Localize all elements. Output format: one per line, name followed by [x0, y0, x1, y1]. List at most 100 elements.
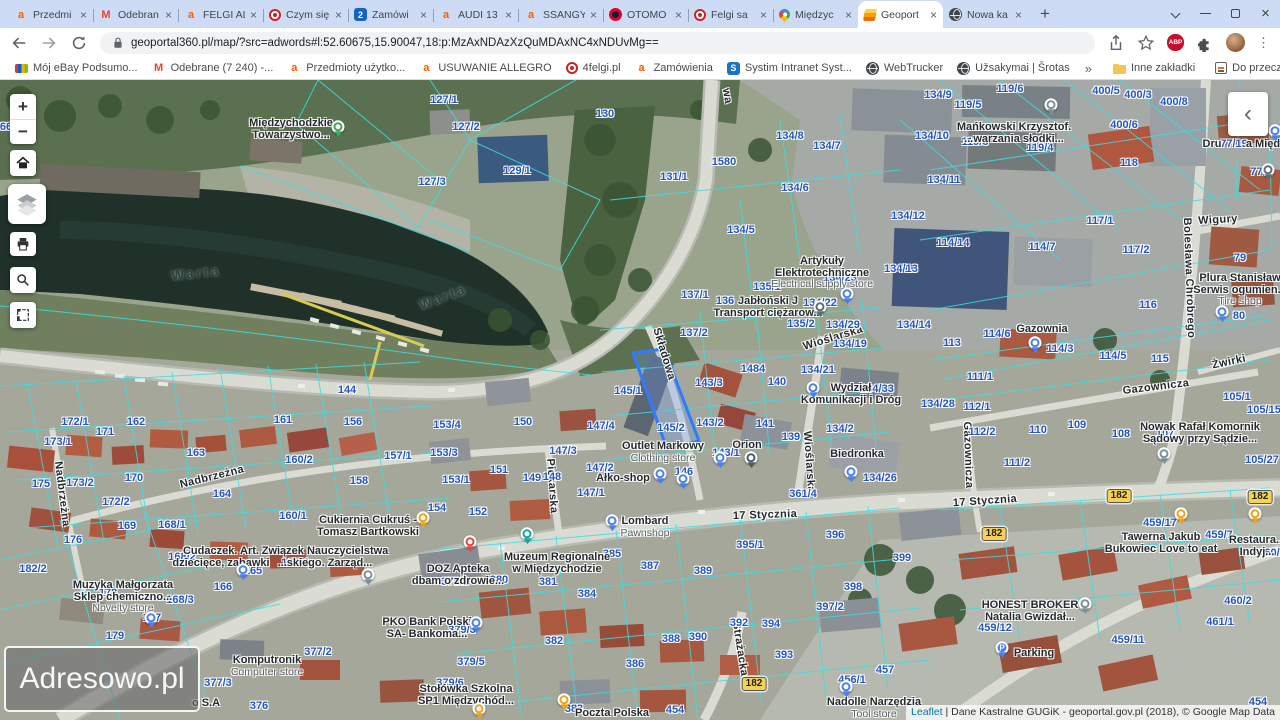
tab-close-icon[interactable]: × [1015, 9, 1022, 21]
tab-close-icon[interactable]: × [250, 9, 257, 21]
tab-close-icon[interactable]: × [165, 9, 172, 21]
browser-tab[interactable]: M Odebran × [93, 1, 178, 28]
browser-tab[interactable]: a FELGI AL × [178, 1, 263, 28]
road-shield: 182 [981, 527, 1007, 541]
browser-tab[interactable]: Felgi sa × [688, 1, 773, 28]
poi-text: Dru [1202, 138, 1222, 150]
browser-menu-icon[interactable]: ⋮ [1257, 35, 1270, 51]
search-button[interactable] [10, 267, 36, 293]
poi-pin [1268, 124, 1280, 138]
tab-close-icon[interactable]: × [930, 9, 937, 21]
leaflet-link[interactable]: Leaflet [911, 706, 943, 718]
bookmark-item[interactable]: Užsakymai | Šrotas [950, 61, 1077, 75]
parcel-label: 129/1 [503, 165, 531, 177]
parcel-label: 134/12 [891, 210, 925, 222]
bookmark-item[interactable]: S Systim Intranet Syst... [720, 61, 859, 75]
reload-icon[interactable] [70, 34, 88, 52]
parcel-label: 172/2 [102, 496, 130, 508]
tab-close-icon[interactable]: × [420, 9, 427, 21]
tab-close-icon[interactable]: × [845, 9, 852, 21]
extensions-puzzle-icon[interactable] [1196, 34, 1214, 52]
poi-label: HONEST BROKER Natalia Gwizdał... [981, 599, 1079, 623]
bookmark-item[interactable]: a Przedmioty użytko... [280, 61, 412, 75]
parcel-label: 134/19 [833, 338, 867, 350]
url-bar[interactable]: geoportal360.pl/map/?src=adwords#l:52.60… [100, 31, 1095, 54]
poi-label: Związek Nauczycielstwa ...skiego. Zarząd.… [262, 545, 389, 569]
tab-close-icon[interactable]: × [335, 9, 342, 21]
parcel-label: 388 [661, 633, 681, 645]
bookmark-item[interactable]: 4felgi.pl [559, 62, 628, 74]
parcel-label: 134/28 [921, 398, 955, 410]
tab-close-icon[interactable]: × [590, 9, 597, 21]
lock-icon [114, 37, 122, 48]
zoom-in-button[interactable]: + [10, 94, 36, 119]
street-label: Wigury [1197, 212, 1239, 228]
parcel-label: 171 [95, 426, 115, 438]
measure-area-button[interactable] [10, 302, 36, 328]
browser-tab[interactable]: a Przedmi × [8, 1, 93, 28]
bookmarks-overflow-icon[interactable]: » [1077, 61, 1100, 76]
browser-tab[interactable]: a AUDI 13 × [433, 1, 518, 28]
parcel-label: 134/13 [884, 263, 918, 275]
print-button[interactable] [10, 232, 36, 256]
poi-pin [1028, 336, 1042, 350]
bookmark-item[interactable]: a USUWANIE ALLEGRO [412, 61, 558, 75]
parcel-label: 396 [825, 529, 845, 541]
browser-tab[interactable]: Nowa ka × [943, 1, 1028, 28]
browser-tab[interactable]: OTOMO × [603, 1, 688, 28]
browser-tab[interactable]: Geoport × [858, 1, 943, 28]
browser-tab[interactable]: Czym się × [263, 1, 348, 28]
layers-button[interactable] [8, 184, 46, 224]
url-text[interactable]: geoportal360.pl/map/?src=adwords#l:52.60… [131, 37, 659, 49]
road-shield: 182 [1247, 490, 1273, 504]
poi-label: Restaura... Indyj... [1229, 534, 1280, 558]
poi-text: DOZ Apteka [426, 563, 490, 575]
map-canvas[interactable]: Warta Warta Nadbrzeżna Nadbrzeżna Składowa Wi… [0, 80, 1280, 720]
parcel-label: 172/1 [61, 416, 89, 428]
parcel-label: 400/3 [1124, 89, 1152, 101]
browser-tab[interactable]: a SSANGY × [518, 1, 603, 28]
parcel-label: 153/4 [433, 419, 461, 431]
tab-search-icon[interactable] [1169, 7, 1182, 20]
zoom-out-button[interactable]: − [10, 119, 36, 144]
tab-close-icon[interactable]: × [675, 9, 682, 21]
profile-avatar[interactable] [1226, 33, 1245, 52]
sidebar-collapse-button[interactable]: ‹ [1228, 92, 1268, 136]
poi-text: Orion [732, 439, 762, 451]
poi-label: Stołówka Szkolna SP1 Międzychód... [418, 683, 514, 707]
close-window-icon[interactable]: × [1259, 6, 1272, 21]
poi-text: Poczta Polska [575, 707, 649, 719]
wheel-icon [269, 8, 281, 21]
back-icon[interactable] [10, 34, 28, 52]
home-button[interactable] [10, 150, 36, 176]
tab-close-icon[interactable]: × [505, 9, 512, 21]
reading-list-button[interactable]: Do przeczytania [1208, 62, 1280, 74]
new-tab-button[interactable]: + [1032, 1, 1058, 27]
parcel-label: 127/3 [418, 176, 446, 188]
street-label: 17 Stycznia [732, 507, 798, 523]
poi-pin [713, 451, 727, 465]
poi-text: Tomasz Bartkowski [317, 525, 419, 538]
parcel-label: 397/2 [816, 601, 844, 613]
parcel-label: 108 [1111, 428, 1131, 440]
maximize-icon[interactable] [1229, 7, 1242, 20]
bookmark-item[interactable]: Mój eBay Podsumo... [8, 62, 145, 74]
bookmark-item[interactable]: M Odebrane (7 240) -... [145, 61, 281, 75]
bookmark-star-icon[interactable] [1137, 34, 1155, 52]
minimize-icon[interactable] [1199, 7, 1212, 20]
poi-label: Mańkowski Krzysztof. ...warzania słodki..… [957, 121, 1071, 145]
tab-close-icon[interactable]: × [760, 9, 767, 21]
adblock-extension-icon[interactable]: ABP [1167, 34, 1184, 51]
globe-icon [865, 61, 879, 75]
browser-tab[interactable]: 2 Zamówi × [348, 1, 433, 28]
poi-text: HONEST BROKER [981, 599, 1079, 611]
poi-pin [331, 120, 345, 134]
forward-icon[interactable] [40, 34, 58, 52]
parcel-label: 116 [1139, 299, 1157, 311]
browser-tab[interactable]: Międzyc × [773, 1, 858, 28]
share-icon[interactable] [1107, 34, 1125, 52]
bookmark-item[interactable]: WebTrucker [859, 61, 950, 75]
tab-close-icon[interactable]: × [80, 9, 87, 21]
other-bookmarks-button[interactable]: Inne zakładki [1106, 62, 1202, 74]
bookmark-item[interactable]: a Zamówienia [628, 61, 720, 75]
